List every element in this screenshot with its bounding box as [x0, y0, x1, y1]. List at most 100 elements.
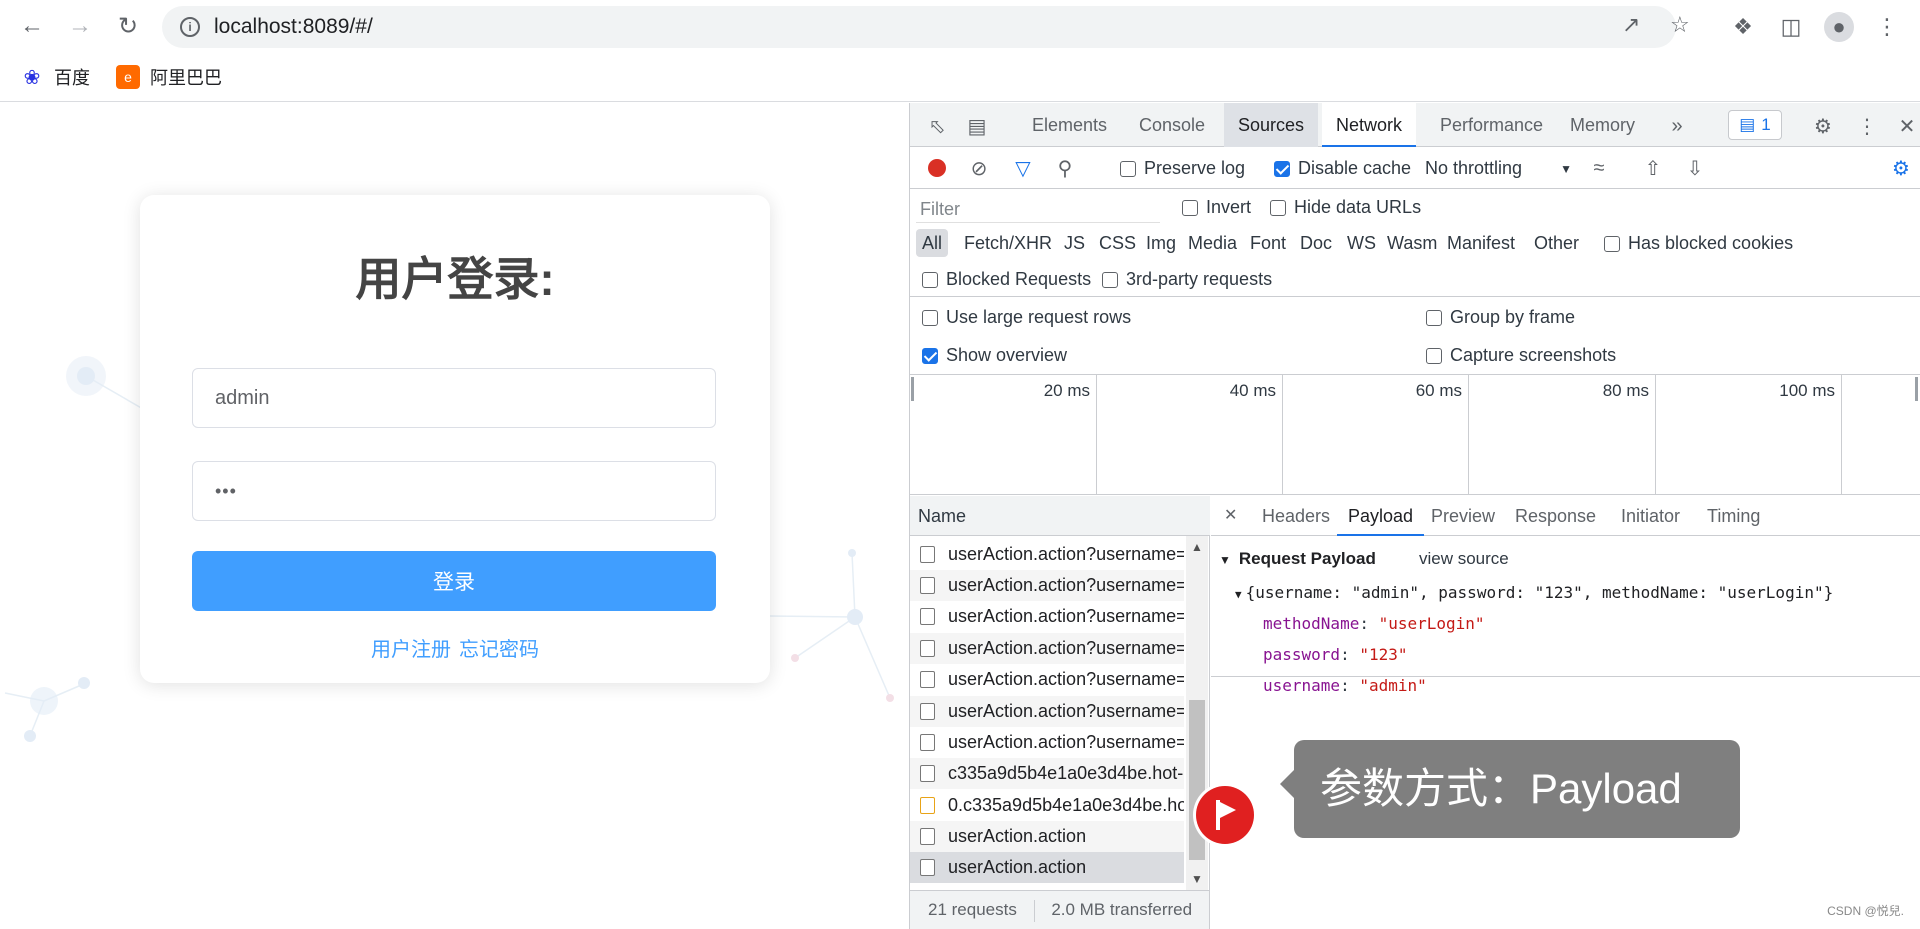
- site-info-icon[interactable]: i: [180, 17, 200, 37]
- tab-network[interactable]: Network: [1322, 103, 1417, 147]
- request-row-selected[interactable]: userAction.action: [910, 852, 1184, 883]
- hide-data-urls-option[interactable]: Hide data URLs: [1270, 197, 1421, 218]
- type-filter-font[interactable]: Font: [1244, 229, 1292, 257]
- request-row[interactable]: c335a9d5b4e1a0e3d4be.hot-: [910, 758, 1184, 789]
- share-icon[interactable]: ↗: [1622, 12, 1640, 38]
- devtools-menu-icon[interactable]: ⋮: [1854, 113, 1880, 139]
- name-column-header[interactable]: Name: [910, 496, 1210, 536]
- throttling-select[interactable]: No throttling ▼: [1425, 158, 1572, 179]
- more-tabs-icon[interactable]: »: [1664, 113, 1690, 139]
- side-panel-icon[interactable]: ◫: [1776, 12, 1806, 42]
- back-arrow-icon[interactable]: ←: [18, 12, 46, 40]
- request-row[interactable]: 0.c335a9d5b4e1a0e3d4be.ho: [910, 790, 1184, 821]
- type-filter-fetch-xhr[interactable]: Fetch/XHR: [958, 229, 1058, 257]
- filter-input[interactable]: Filter: [916, 195, 1160, 223]
- address-bar[interactable]: i localhost:8089/#/: [162, 6, 1676, 48]
- blocked-requests-option[interactable]: Blocked Requests: [922, 269, 1091, 290]
- disable-cache-checkbox[interactable]: [1274, 160, 1290, 177]
- issues-badge[interactable]: ▤ 1: [1728, 110, 1782, 140]
- request-row[interactable]: userAction.action?username=: [910, 570, 1184, 601]
- close-devtools-icon[interactable]: ✕: [1894, 113, 1920, 139]
- type-filter-wasm[interactable]: Wasm: [1381, 229, 1443, 257]
- show-overview-option[interactable]: Show overview: [922, 345, 1067, 366]
- network-overview-timeline[interactable]: 20 ms 40 ms 60 ms 80 ms 100 ms: [910, 375, 1920, 495]
- record-icon[interactable]: [924, 155, 950, 181]
- type-filter-all[interactable]: All: [916, 229, 949, 257]
- details-tab-headers[interactable]: Headers: [1251, 496, 1341, 536]
- bookmark-star-icon[interactable]: ☆: [1670, 12, 1690, 38]
- tab-console[interactable]: Console: [1125, 103, 1219, 147]
- bookmark-baidu[interactable]: ❀ 百度: [20, 64, 90, 90]
- forgot-password-link[interactable]: 忘记密码: [459, 639, 539, 661]
- type-filter-media[interactable]: Media: [1182, 229, 1243, 257]
- blocked-requests-checkbox[interactable]: [922, 271, 938, 288]
- login-button[interactable]: 登录: [192, 551, 716, 611]
- kebab-menu-icon[interactable]: ⋮: [1872, 12, 1902, 42]
- request-row[interactable]: userAction.action?username=: [910, 539, 1184, 570]
- invert-option[interactable]: Invert: [1182, 197, 1251, 218]
- capture-screenshots-checkbox[interactable]: [1426, 347, 1442, 364]
- has-blocked-cookies-checkbox[interactable]: [1604, 235, 1620, 252]
- group-by-frame-checkbox[interactable]: [1426, 309, 1442, 326]
- filter-funnel-icon[interactable]: ▽: [1010, 155, 1036, 181]
- details-tab-timing[interactable]: Timing: [1696, 496, 1771, 536]
- inspect-element-icon[interactable]: ⬁: [924, 113, 950, 139]
- details-tab-payload[interactable]: Payload: [1337, 496, 1425, 536]
- large-rows-option[interactable]: Use large request rows: [922, 307, 1131, 328]
- tab-sources[interactable]: Sources: [1224, 103, 1319, 147]
- details-tab-preview[interactable]: Preview: [1420, 496, 1506, 536]
- disable-cache-option[interactable]: Disable cache: [1274, 158, 1411, 179]
- bookmark-alibaba[interactable]: e 阿里巴巴: [116, 64, 222, 90]
- network-conditions-wifi-icon[interactable]: ≈: [1586, 155, 1612, 181]
- device-toolbar-icon[interactable]: ▤: [964, 113, 990, 139]
- forward-arrow-icon[interactable]: →: [66, 12, 94, 40]
- type-filter-css[interactable]: CSS: [1093, 229, 1142, 257]
- clear-icon[interactable]: ⊘: [966, 155, 992, 181]
- network-settings-gear-icon[interactable]: ⚙: [1888, 155, 1914, 181]
- type-filter-other[interactable]: Other: [1528, 229, 1585, 257]
- preserve-log-checkbox[interactable]: [1120, 160, 1136, 177]
- type-filter-manifest[interactable]: Manifest: [1441, 229, 1521, 257]
- invert-checkbox[interactable]: [1182, 199, 1198, 216]
- has-blocked-cookies-option[interactable]: Has blocked cookies: [1604, 233, 1793, 254]
- request-payload-section[interactable]: ▼ Request Payload: [1219, 549, 1376, 569]
- preserve-log-option[interactable]: Preserve log: [1120, 158, 1245, 179]
- request-row[interactable]: userAction.action?username=: [910, 633, 1184, 664]
- extensions-puzzle-icon[interactable]: ❖: [1728, 12, 1758, 42]
- request-row[interactable]: userAction.action: [910, 821, 1184, 852]
- username-input[interactable]: admin: [192, 368, 716, 428]
- payload-summary[interactable]: ▼ {username: "admin", password: "123", me…: [1235, 583, 1833, 602]
- view-source-link[interactable]: view source: [1419, 549, 1509, 569]
- password-input[interactable]: •••: [192, 461, 716, 521]
- request-row[interactable]: userAction.action?username=: [910, 727, 1184, 758]
- export-har-icon[interactable]: ⇩: [1682, 155, 1708, 181]
- import-har-icon[interactable]: ⇧: [1640, 155, 1666, 181]
- tab-performance[interactable]: Performance: [1426, 103, 1557, 147]
- details-tab-initiator[interactable]: Initiator: [1610, 496, 1691, 536]
- reload-icon[interactable]: ↻: [114, 12, 142, 40]
- address-url[interactable]: localhost:8089/#/: [214, 15, 373, 39]
- request-row[interactable]: userAction.action?username=: [910, 696, 1184, 727]
- group-by-frame-option[interactable]: Group by frame: [1426, 307, 1575, 328]
- tab-memory[interactable]: Memory: [1556, 103, 1649, 147]
- type-filter-ws[interactable]: WS: [1341, 229, 1382, 257]
- third-party-requests-option[interactable]: 3rd-party requests: [1102, 269, 1272, 290]
- hide-data-urls-checkbox[interactable]: [1270, 199, 1286, 216]
- type-filter-doc[interactable]: Doc: [1294, 229, 1338, 257]
- scroll-down-arrow-icon[interactable]: ▼: [1191, 872, 1203, 886]
- scroll-up-arrow-icon[interactable]: ▲: [1191, 540, 1203, 554]
- type-filter-js[interactable]: JS: [1058, 229, 1091, 257]
- request-row[interactable]: userAction.action?username=: [910, 601, 1184, 632]
- close-details-icon[interactable]: ✕: [1213, 496, 1248, 536]
- tab-elements[interactable]: Elements: [1018, 103, 1121, 147]
- capture-screenshots-option[interactable]: Capture screenshots: [1426, 345, 1616, 366]
- search-icon[interactable]: ⚲: [1052, 155, 1078, 181]
- profile-avatar-icon[interactable]: ●: [1824, 12, 1854, 42]
- type-filter-img[interactable]: Img: [1140, 229, 1182, 257]
- large-rows-checkbox[interactable]: [922, 309, 938, 326]
- overview-right-handle[interactable]: [1915, 377, 1918, 401]
- request-row[interactable]: userAction.action?username=: [910, 664, 1184, 695]
- details-tab-response[interactable]: Response: [1504, 496, 1607, 536]
- third-party-requests-checkbox[interactable]: [1102, 271, 1118, 288]
- register-link[interactable]: 用户注册: [371, 639, 451, 661]
